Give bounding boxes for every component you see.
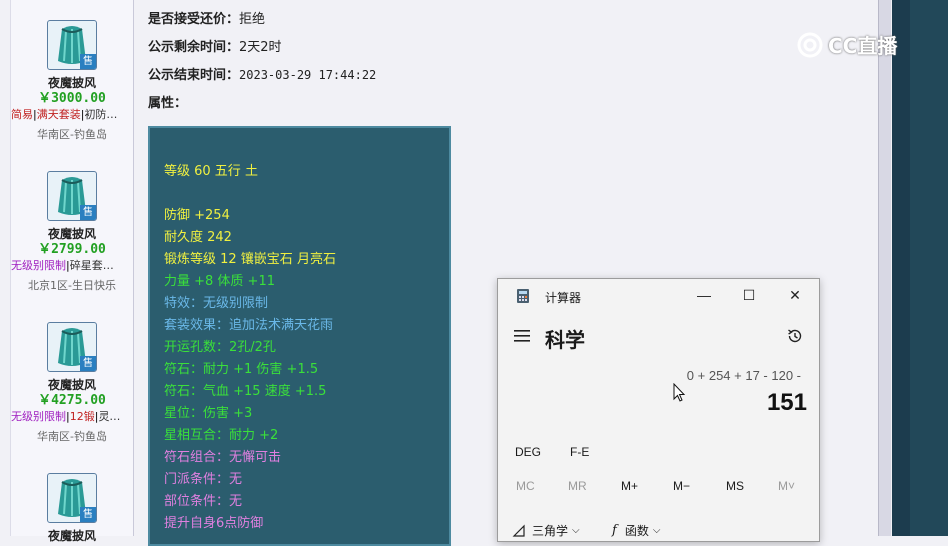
item-name[interactable]: 夜魔披风 xyxy=(11,76,133,90)
expression-display: 0 + 254 + 17 - 120 - xyxy=(686,368,801,383)
triangle-icon xyxy=(512,524,525,537)
calculator-mode-title: 科学 xyxy=(545,328,585,352)
end-time-row: 公示结束时间：2023-03-29 17:44:22 xyxy=(148,64,376,83)
item-name[interactable]: 夜魔披风 xyxy=(11,529,133,543)
item-price: ￥4275.00 xyxy=(38,393,106,408)
trigonometry-label: 三角学 xyxy=(532,524,569,538)
background-strip xyxy=(910,0,948,536)
attr-line: 特效：无级别限制 xyxy=(164,296,269,311)
sale-badge: 售 xyxy=(80,356,96,371)
memory-clear-button[interactable]: MC xyxy=(516,479,535,493)
accept-counter-offer-row: 是否接受还价：拒绝 xyxy=(148,8,265,27)
attributes-panel: 等级 60 五行 土 防御 +254 耐久度 242 锻炼等级 12 镶嵌宝石 … xyxy=(148,126,451,546)
item-server: 北京1区-生日快乐 xyxy=(28,279,116,292)
watermark-text: CC直播 xyxy=(828,34,898,58)
item-tags: 简易|满天套装|初防… xyxy=(11,108,133,122)
end-time-value: 2023-03-29 17:44:22 xyxy=(239,68,377,82)
memory-store-button[interactable]: MS xyxy=(726,479,744,493)
hamburger-menu-icon[interactable] xyxy=(514,329,530,343)
cape-item-icon[interactable]: 售 xyxy=(47,322,97,372)
attr-line: 等级 60 五行 土 xyxy=(164,164,258,179)
item-card[interactable]: 售 夜魔披风 xyxy=(11,473,133,543)
close-button[interactable]: ✕ xyxy=(783,285,807,305)
attr-line: 星位：伤害 +3 xyxy=(164,406,253,421)
memory-add-button[interactable]: M+ xyxy=(621,479,638,493)
calculator-window[interactable]: 计算器 — ☐ ✕ 科学 0 + 254 + 17 - 120 - 151 DE… xyxy=(497,278,820,542)
accept-counter-offer-label: 是否接受还价： xyxy=(148,12,240,27)
minimize-button[interactable]: — xyxy=(692,285,716,305)
tag: 无级别限制 xyxy=(11,259,66,272)
memory-subtract-button[interactable]: M− xyxy=(673,479,690,493)
cape-item-icon[interactable]: 售 xyxy=(47,171,97,221)
attr-line: 防御 +254 xyxy=(164,208,230,223)
tag: 初防… xyxy=(84,108,118,121)
calculator-app-icon xyxy=(517,289,529,303)
remaining-time-row: 公示剩余时间：2天2时 xyxy=(148,36,282,55)
item-name[interactable]: 夜魔披风 xyxy=(11,227,133,241)
chevron-down-icon: ⌵ xyxy=(572,525,580,536)
memory-recall-button[interactable]: MR xyxy=(568,479,587,493)
attributes-heading: 属性： xyxy=(148,92,187,111)
item-card[interactable]: 售 夜魔披风 ￥2799.00 无级别限制|碎星套… 北京1区-生日快乐 xyxy=(11,171,133,293)
attr-line: 门派条件：无 xyxy=(164,472,243,487)
attr-line: 星相互合：耐力 +2 xyxy=(164,428,279,443)
deg-toggle-button[interactable]: DEG xyxy=(515,445,541,459)
attr-line: 提升自身6点防御 xyxy=(164,516,264,531)
chevron-down-icon: ⌵ xyxy=(652,525,661,536)
attr-line: 套装效果：追加法术满天花雨 xyxy=(164,318,334,333)
memory-list-button[interactable]: M˅ xyxy=(778,479,795,493)
remaining-time-value: 2天2时 xyxy=(239,40,282,55)
function-label: 函数 xyxy=(624,524,649,538)
result-display: 151 xyxy=(766,389,807,416)
tag: 灵… xyxy=(98,410,121,423)
attr-line: 锻炼等级 12 镶嵌宝石 月亮石 xyxy=(164,252,336,267)
item-price: ￥2799.00 xyxy=(38,242,106,257)
attr-line: 部位条件：无 xyxy=(164,494,243,509)
cape-item-icon[interactable]: 售 xyxy=(47,20,97,70)
tag: 满天套装 xyxy=(36,108,81,121)
item-server: 华南区-钓鱼岛 xyxy=(37,430,107,443)
attr-line: 开运孔数：2孔/2孔 xyxy=(164,340,276,355)
scrollbar-track[interactable] xyxy=(878,0,891,536)
tag: 简易 xyxy=(11,108,33,121)
attr-line: 耐久度 242 xyxy=(164,230,232,245)
calculator-title: 计算器 xyxy=(545,291,582,305)
sale-badge: 售 xyxy=(80,507,96,522)
item-server: 华南区-钓鱼岛 xyxy=(37,128,107,141)
item-tags: 无级别限制|12锻|灵… xyxy=(11,410,133,424)
item-tags: 无级别限制|碎星套… xyxy=(11,259,133,273)
tag: 12锻 xyxy=(69,410,95,423)
tag: 无级别限制 xyxy=(11,410,66,423)
tag: 碎星套… xyxy=(69,259,114,272)
sale-badge: 售 xyxy=(80,205,96,220)
cc-logo-icon xyxy=(797,32,823,57)
item-card[interactable]: 售 夜魔披风 ￥4275.00 无级别限制|12锻|灵… 华南区-钓鱼岛 xyxy=(11,322,133,444)
item-list: 售 夜魔披风 ￥3000.00 简易|满天套装|初防… 华南区-钓鱼岛 售 夜魔… xyxy=(10,0,134,543)
history-icon[interactable] xyxy=(786,327,804,345)
trigonometry-menu[interactable]: 三角学 ⌵ xyxy=(512,522,580,539)
end-time-label: 公示结束时间： xyxy=(148,68,240,83)
attr-line: 符石：耐力 +1 伤害 +1.5 xyxy=(164,362,319,377)
accept-counter-offer-value: 拒绝 xyxy=(239,12,266,27)
mouse-cursor-icon xyxy=(673,383,686,402)
attributes-label: 属性： xyxy=(148,96,188,111)
remaining-time-label: 公示剩余时间： xyxy=(148,40,240,55)
attr-line: 符石组合：无懈可击 xyxy=(164,450,282,465)
maximize-button[interactable]: ☐ xyxy=(737,285,761,305)
attr-line: 符石：气血 +15 速度 +1.5 xyxy=(164,384,327,399)
item-card[interactable]: 售 夜魔披风 ￥3000.00 简易|满天套装|初防… 华南区-钓鱼岛 xyxy=(11,20,133,142)
stream-watermark: CC直播 xyxy=(796,30,897,59)
sale-badge: 售 xyxy=(80,54,96,69)
item-price: ￥3000.00 xyxy=(38,91,106,106)
fe-toggle-button[interactable]: F-E xyxy=(570,445,589,459)
item-name[interactable]: 夜魔披风 xyxy=(11,378,133,392)
cape-item-icon[interactable]: 售 xyxy=(47,473,97,523)
attr-line: 力量 +8 体质 +11 xyxy=(164,274,275,289)
function-menu[interactable]: f 函数 ⌵ xyxy=(612,522,660,539)
